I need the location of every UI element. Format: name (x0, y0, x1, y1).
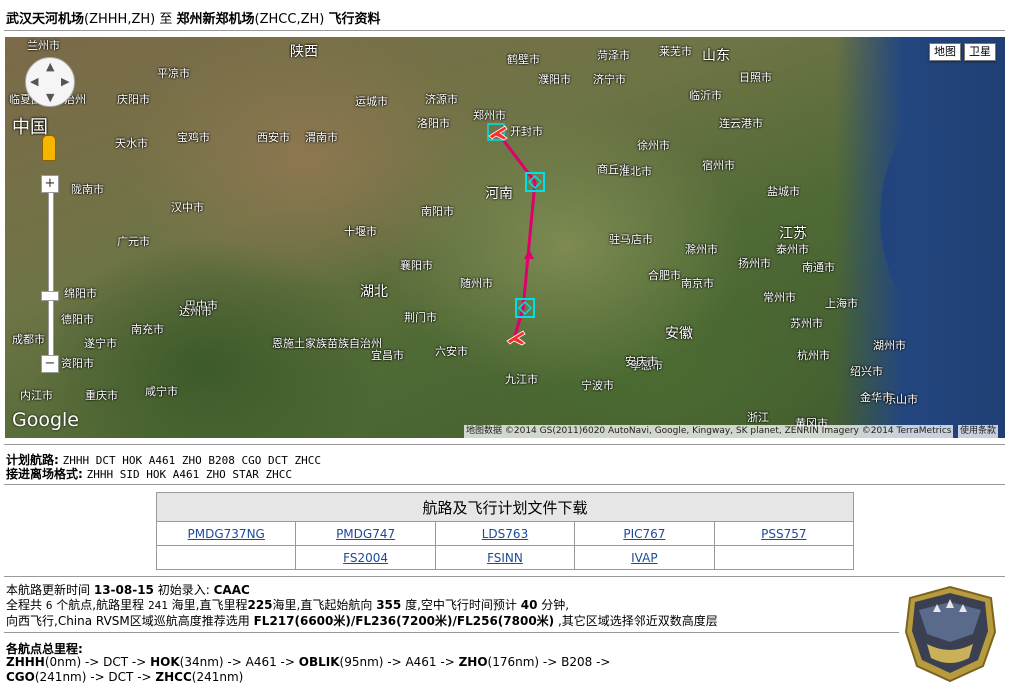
download-link-ivap[interactable]: IVAP (631, 551, 657, 565)
title-suffix: 飞行资料 (328, 12, 381, 27)
emblem-logo (904, 585, 997, 683)
initial-heading: 355 (376, 598, 402, 612)
zoom-out-button[interactable]: − (41, 355, 59, 373)
update-date: 13-08-15 (93, 583, 154, 597)
route-summary: 全程共 6 个航点,航路里程 241 海里,直飞里程225海里,直飞起始航向 3… (6, 596, 569, 613)
download-row: FS2004 FSINN IVAP (155, 545, 855, 570)
map-divider (4, 444, 1005, 445)
leg-detail: (176nm) -> B208 -> (487, 655, 611, 669)
pan-down-icon[interactable]: ▼ (46, 92, 54, 103)
pan-up-icon[interactable]: ▲ (46, 61, 54, 72)
zoom-slider-track[interactable] (48, 187, 54, 364)
download-table: 航路及飞行计划文件下载 PMDG737NG PMDG747 LDS763 PIC… (155, 492, 855, 570)
summary-text: 海里,直飞里程 (171, 598, 248, 612)
recommended-levels: FL217(6600米)/FL236(7200米)/FL256(7800米) (253, 614, 555, 628)
waypoint-name: OBLIK (298, 655, 340, 669)
zoom-slider-handle[interactable] (41, 291, 59, 301)
map-type-satellite-button[interactable]: 卫星 (964, 43, 996, 61)
waypoint-marker-hok[interactable] (515, 298, 535, 318)
terms-link[interactable]: 使用条款 (958, 425, 999, 438)
approach-format-value: ZHHH SID HOK A461 ZHO STAR ZHCC (86, 468, 292, 481)
route-distance: 241 (147, 599, 168, 612)
waypoint-name: ZHCC (155, 670, 192, 684)
info-divider (4, 632, 899, 633)
approach-format-label: 接进离场格式 (6, 467, 79, 481)
summary-text: 度,空中飞行时间预计 (405, 598, 517, 612)
download-link-fsinn[interactable]: FSINN (487, 551, 523, 565)
waypoint-name: HOK (150, 655, 180, 669)
to-word: 至 (159, 12, 173, 27)
download-link-lds763[interactable]: LDS763 (482, 527, 528, 541)
page-title: 武汉天河机场(ZHHH,ZH) 至 郑州新郑机场(ZHCC,ZH) 飞行资料 (6, 8, 380, 27)
leg-detail: (0nm) -> DCT -> (44, 655, 151, 669)
summary-text: 个航点,航路里程 (56, 598, 145, 612)
destination-code: (ZHCC,ZH) (254, 12, 325, 27)
zoom-in-button[interactable]: + (41, 175, 59, 193)
destination-plane-icon[interactable] (487, 123, 508, 141)
download-link-fs2004[interactable]: FS2004 (343, 551, 388, 565)
direct-distance: 225 (247, 598, 273, 612)
summary-text: 全程共 (6, 598, 43, 612)
leg-detail: (34nm) -> A461 -> (179, 655, 299, 669)
origin-code: (ZHHH,ZH) (84, 12, 156, 27)
leg-detail: (95nm) -> A461 -> (339, 655, 459, 669)
destination-airport: 郑州新郑机场 (176, 12, 255, 27)
waypoint-name: ZHO (458, 655, 488, 669)
street-view-pegman-icon[interactable] (42, 135, 56, 161)
download-row: PMDG737NG PMDG747 LDS763 PIC767 PSS757 (155, 521, 855, 546)
legs-line-2: CGO(241nm) -> DCT -> ZHCC(241nm) (6, 670, 243, 684)
summary-text: 分钟, (541, 598, 570, 612)
leg-detail: (241nm) (191, 670, 244, 684)
waypoint-name: CGO (6, 670, 35, 684)
pan-left-icon[interactable]: ◀ (30, 76, 38, 87)
summary-text: ,其它区域选择邻近双数高度层 (557, 614, 718, 628)
download-link-pmdg737ng[interactable]: PMDG737NG (188, 527, 265, 541)
approach-format: 接进离场格式: ZHHH SID HOK A461 ZHO STAR ZHCC (6, 467, 292, 481)
update-prefix: 本航路更新时间 (6, 583, 91, 597)
top-divider (4, 30, 1005, 31)
empty-cell (155, 545, 297, 570)
summary-text: 海里,直飞起始航向 (272, 598, 373, 612)
pan-control[interactable]: ▲ ▼ ◀ ▶ (25, 57, 75, 107)
map-attribution: 地图数据 ©2014 GS(2011)6020 AutoNavi, Google… (464, 425, 954, 438)
empty-cell (713, 545, 855, 570)
legs-line-1: ZHHH(0nm) -> DCT -> HOK(34nm) -> A461 ->… (6, 655, 610, 669)
pan-right-icon[interactable]: ▶ (61, 76, 69, 87)
google-logo: Google (12, 409, 80, 431)
download-table-header: 航路及飞行计划文件下载 (156, 492, 854, 522)
route-overlay (487, 123, 545, 346)
map-type-map-button[interactable]: 地图 (929, 43, 961, 61)
legs-label-text: 各航点总里程: (6, 642, 83, 656)
waypoint-count: 6 (45, 599, 53, 612)
plan-divider (4, 484, 1005, 485)
leg-detail: (241nm) -> DCT -> (34, 670, 156, 684)
entry-prefix: 初始录入: (157, 583, 210, 597)
download-link-pic767[interactable]: PIC767 (623, 527, 665, 541)
download-link-pss757[interactable]: PSS757 (761, 527, 806, 541)
download-link-pmdg747[interactable]: PMDG747 (336, 527, 395, 541)
entry-by: CAAC (213, 583, 250, 597)
table-divider (4, 576, 1005, 577)
route-map[interactable]: 兰州市临夏回族自治州中国天水市宝鸡市西安市渭南市平凉市庆阳市陕西运城市济源市洛阳… (5, 37, 1005, 438)
route-direction-arrow (524, 249, 534, 259)
origin-airport: 武汉天河机场 (6, 12, 85, 27)
waypoint-name: ZHHH (6, 655, 45, 669)
cruise-levels: 向西飞行,China RVSM区域巡航高度推荐选用 FL217(6600米)/F… (6, 612, 718, 629)
flight-time: 40 (520, 598, 538, 612)
summary-text: 向西飞行,China RVSM区域巡航高度推荐选用 (6, 614, 250, 628)
